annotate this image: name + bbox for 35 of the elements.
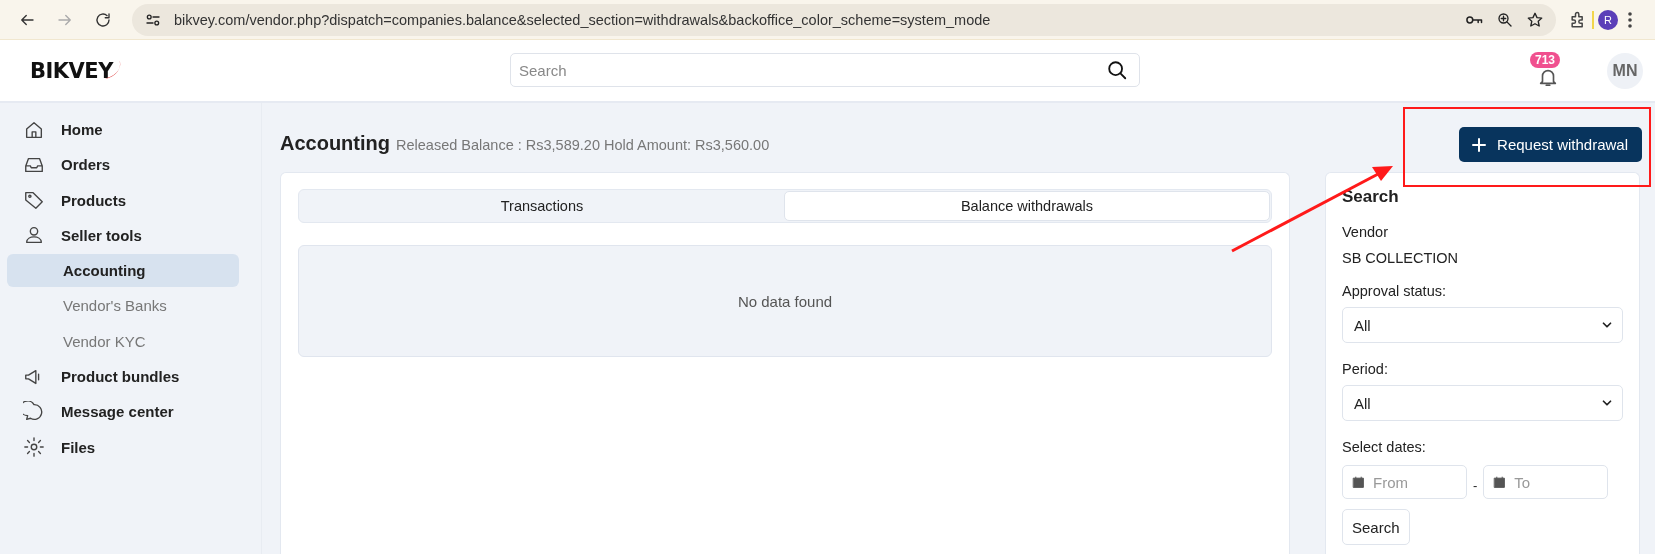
field-label: Select dates: <box>1342 439 1427 455</box>
empty-message: No data found <box>737 292 833 310</box>
sidebar-item[interactable]: Product bundles <box>7 360 239 394</box>
sidebar-item[interactable]: Message center <box>7 395 239 429</box>
search-button[interactable]: Search <box>1342 509 1410 545</box>
field-label: Approval status: <box>1342 283 1447 299</box>
url-text: bikvey.com/vendor.php?dispatch=companies.balance&selected_section=withdrawals&backoffice_color_scheme=system_mode <box>174 11 992 28</box>
field-label: Vendor <box>1342 224 1389 240</box>
page-title: Accounting <box>280 132 390 155</box>
vendor-name: SB COLLECTION <box>1342 250 1460 266</box>
address-bar[interactable]: bikvey.com/vendor.php?dispatch=companies.balance&selected_section=withdrawals&backoffice_color_scheme=system_mode <box>132 3 1556 36</box>
sidebar-item[interactable]: Accounting <box>7 254 239 288</box>
sidebar-item[interactable]: Products <box>7 183 239 217</box>
sidebar-item[interactable]: Files <box>7 430 239 464</box>
sidebar-item[interactable]: Home <box>7 113 239 146</box>
notification-badge: 713 <box>1530 51 1561 68</box>
sidebar-item[interactable]: Vendor KYC <box>7 324 239 358</box>
user-avatar[interactable]: MN <box>1607 52 1643 89</box>
logo[interactable]: BIKVEY <box>30 56 125 85</box>
tab[interactable]: Balance withdrawals <box>784 191 1270 221</box>
sidebar-item[interactable]: Vendor's Banks <box>7 289 239 323</box>
balance-summary: Released Balance : Rs3,589.20 Hold Amount: Rs3,560.00 <box>396 137 770 153</box>
sidebar-item[interactable]: Seller tools <box>7 218 239 252</box>
from-date-field[interactable]: From <box>1342 465 1467 499</box>
search-field[interactable]: Search <box>510 53 1140 87</box>
profile-avatar[interactable]: R <box>1598 9 1618 30</box>
sidebar-item[interactable]: Orders <box>7 148 239 182</box>
field-label: Period: <box>1342 361 1389 377</box>
date-separator: - <box>1473 477 1478 493</box>
panel-title: Search <box>1342 187 1400 207</box>
tab[interactable]: Transactions <box>300 191 784 221</box>
period-select[interactable]: All <box>1342 385 1623 421</box>
request-withdrawal-button[interactable]: Request withdrawal <box>1459 127 1642 162</box>
to-date-field[interactable]: To <box>1483 465 1609 499</box>
approval-status-select[interactable]: All <box>1342 307 1623 343</box>
